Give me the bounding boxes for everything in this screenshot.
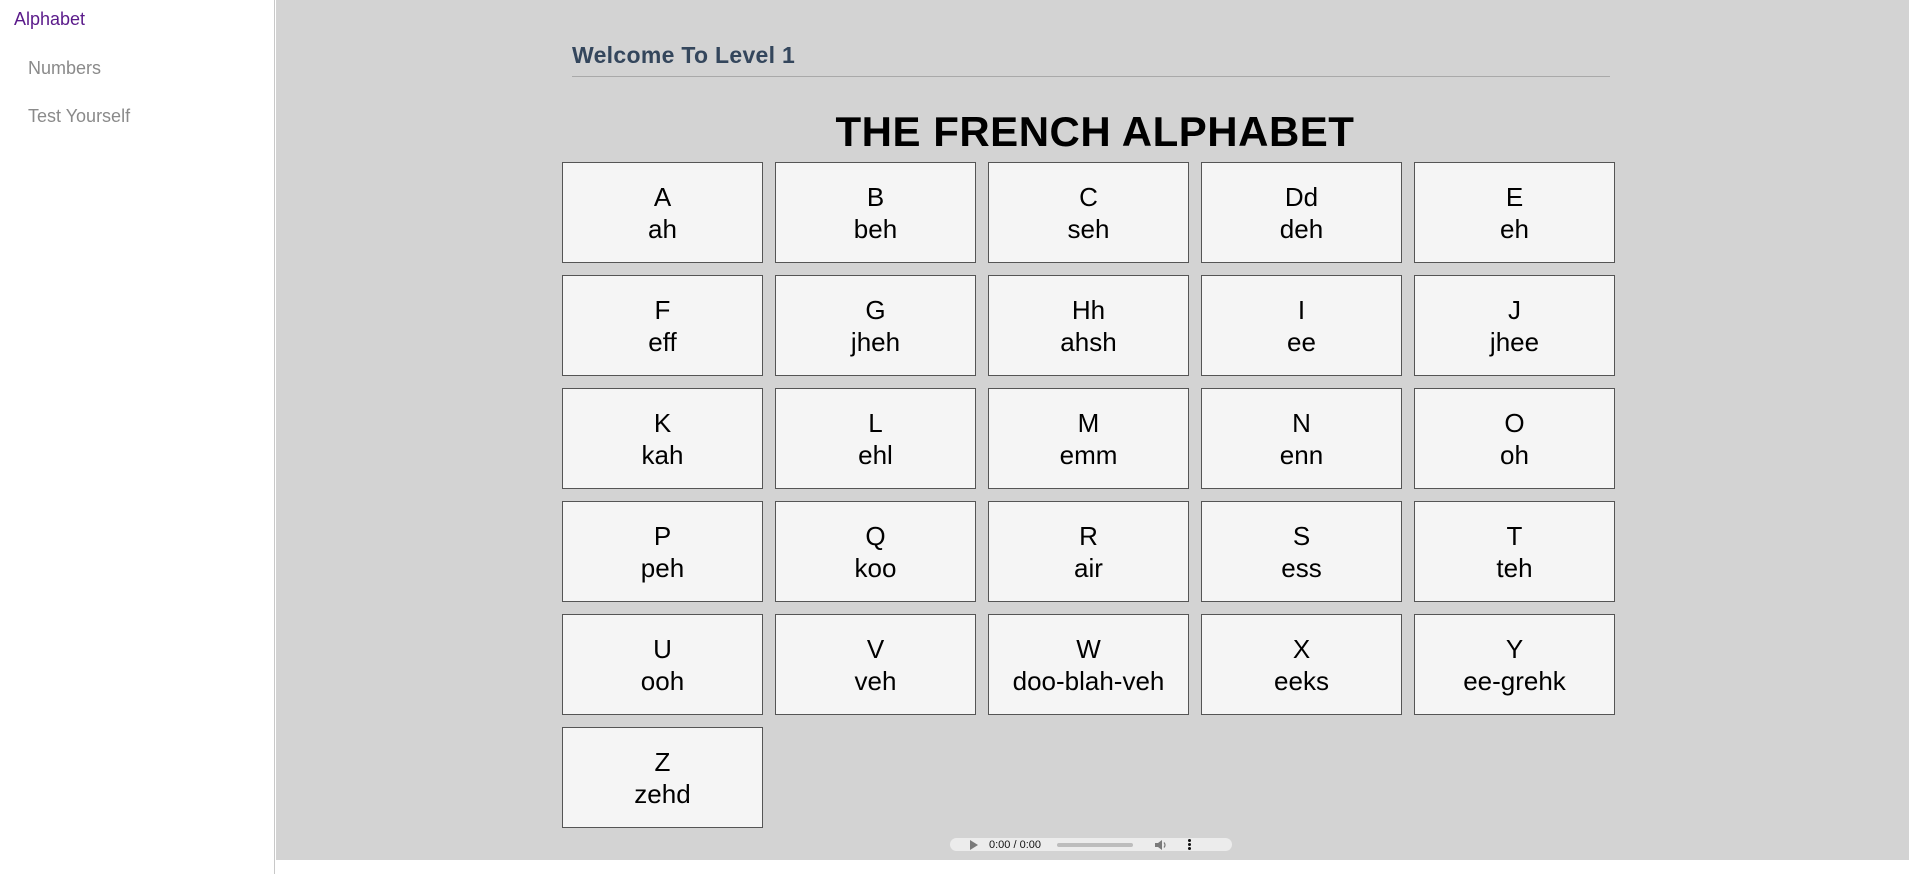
letter-label: Y [1505, 633, 1524, 664]
letter-card[interactable]: Dd deh [1201, 162, 1402, 263]
pronunciation-label: deh [1279, 213, 1324, 244]
letter-card[interactable]: Rair [988, 501, 1189, 602]
pronunciation-label: ess [1281, 552, 1322, 583]
sidebar-item-numbers[interactable]: Numbers [28, 58, 101, 79]
letter-card[interactable]: Ooh [1414, 388, 1615, 489]
pronunciation-label: oh [1500, 439, 1529, 470]
sidebar-item-alphabet[interactable]: Alphabet [14, 9, 85, 30]
letter-label: E [1505, 181, 1524, 212]
letter-label: T [1506, 520, 1523, 551]
pronunciation-label: jhee [1489, 326, 1540, 357]
letter-label: V [866, 633, 885, 664]
more-options-icon[interactable] [1187, 839, 1191, 850]
letter-card[interactable]: Cseh [988, 162, 1189, 263]
letter-card[interactable]: Nenn [1201, 388, 1402, 489]
letter-card[interactable]: Memm [988, 388, 1189, 489]
pronunciation-label: enn [1279, 439, 1324, 470]
letter-label: L [868, 407, 883, 438]
alphabet-grid: Aah Bbeh Cseh Dd deh Eeh Feff Gjheh Hh ahsh Iee Jjh… [562, 162, 1630, 832]
letter-card[interactable]: Feff [562, 275, 763, 376]
letter-label: C [1079, 181, 1098, 212]
pronunciation-label: air [1074, 552, 1103, 583]
letter-label: B [866, 181, 885, 212]
letter-label: X [1292, 633, 1311, 664]
play-icon[interactable] [970, 839, 978, 850]
letter-label: P [653, 520, 672, 551]
letter-label: J [1508, 294, 1521, 325]
pronunciation-label: seh [1067, 213, 1110, 244]
pronunciation-label: peh [640, 552, 685, 583]
letter-card[interactable]: Vveh [775, 614, 976, 715]
audio-time: 0:00 / 0:00 [989, 838, 1041, 851]
letter-card[interactable]: Uooh [562, 614, 763, 715]
letter-label: K [653, 407, 672, 438]
letter-label: N [1292, 407, 1311, 438]
main-content: Welcome To Level 1 THE FRENCH ALPHABET A… [276, 0, 1909, 860]
letter-label: Q [865, 520, 886, 551]
letter-card[interactable]: Hh ahsh [988, 275, 1189, 376]
pronunciation-label: doo-blah-veh [1012, 665, 1165, 696]
letter-card[interactable]: Wdoo-blah-veh [988, 614, 1189, 715]
letter-card[interactable]: Iee [1201, 275, 1402, 376]
letter-card[interactable]: Yee-grehk [1414, 614, 1615, 715]
pronunciation-label: kah [641, 439, 684, 470]
pronunciation-label: eh [1500, 213, 1529, 244]
pronunciation-label: jheh [850, 326, 901, 357]
letter-label: Dd [1284, 181, 1319, 212]
divider [572, 76, 1610, 77]
letter-label: O [1504, 407, 1525, 438]
letter-card[interactable]: Lehl [775, 388, 976, 489]
letter-card[interactable]: Jjhee [1414, 275, 1615, 376]
letter-card[interactable]: Sess [1201, 501, 1402, 602]
letter-card[interactable]: Ppeh [562, 501, 763, 602]
letter-label: Z [654, 746, 671, 777]
letter-label: I [1297, 294, 1306, 325]
letter-card[interactable]: Kkah [562, 388, 763, 489]
sidebar-item-test-yourself[interactable]: Test Yourself [28, 106, 130, 127]
pronunciation-label: ehl [858, 439, 893, 470]
letter-label: R [1079, 520, 1098, 551]
letter-card[interactable]: Gjheh [775, 275, 976, 376]
letter-card[interactable]: Eeh [1414, 162, 1615, 263]
letter-label: G [865, 294, 886, 325]
pronunciation-label: emm [1059, 439, 1118, 470]
pronunciation-label: eff [648, 326, 677, 357]
letter-label: F [654, 294, 671, 325]
pronunciation-label: ahsh [1060, 326, 1117, 357]
pronunciation-label: eeks [1274, 665, 1329, 696]
audio-player[interactable]: 0:00 / 0:00 [950, 838, 1232, 851]
pronunciation-label: ee [1287, 326, 1316, 357]
letter-card[interactable]: Zzehd [562, 727, 763, 828]
letter-label: Hh [1071, 294, 1106, 325]
letter-card[interactable]: Tteh [1414, 501, 1615, 602]
pronunciation-label: ah [648, 213, 677, 244]
letter-label: M [1077, 407, 1100, 438]
letter-label: U [653, 633, 672, 664]
pronunciation-label: beh [853, 213, 898, 244]
pronunciation-label: ee-grehk [1463, 665, 1566, 696]
letter-label: S [1292, 520, 1311, 551]
letter-card[interactable]: Xeeks [1201, 614, 1402, 715]
sidebar: Alphabet Numbers Test Yourself [0, 0, 275, 874]
pronunciation-label: koo [854, 552, 897, 583]
letter-label: A [653, 181, 672, 212]
pronunciation-label: teh [1496, 552, 1533, 583]
letter-card[interactable]: Aah [562, 162, 763, 263]
pronunciation-label: ooh [640, 665, 685, 696]
volume-icon[interactable] [1155, 839, 1167, 850]
letter-card[interactable]: Qkoo [775, 501, 976, 602]
audio-progress-bar[interactable] [1057, 842, 1133, 847]
pronunciation-label: zehd [634, 778, 691, 809]
welcome-heading: Welcome To Level 1 [572, 42, 796, 68]
page-title: THE FRENCH ALPHABET [835, 108, 1355, 155]
letter-card[interactable]: Bbeh [775, 162, 976, 263]
letter-label: W [1076, 633, 1101, 664]
pronunciation-label: veh [854, 665, 897, 696]
